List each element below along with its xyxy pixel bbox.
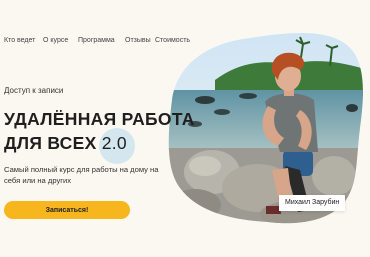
title-line-2: ДЛЯ ВСЕХ xyxy=(4,133,97,153)
title-version: 2.0 xyxy=(101,133,127,153)
page-title: УДАЛЁННАЯ РАБОТА ДЛЯ ВСЕХ 2.0 xyxy=(4,107,195,155)
course-subtitle: Самый полный курс для работы на дому на … xyxy=(4,165,159,185)
speaker-name-label: Михаил Зарубин xyxy=(279,195,346,211)
access-label: Доступ к записи xyxy=(4,86,64,95)
signup-button[interactable]: Записаться! xyxy=(4,201,130,219)
title-line-1: УДАЛЁННАЯ РАБОТА xyxy=(4,109,195,129)
